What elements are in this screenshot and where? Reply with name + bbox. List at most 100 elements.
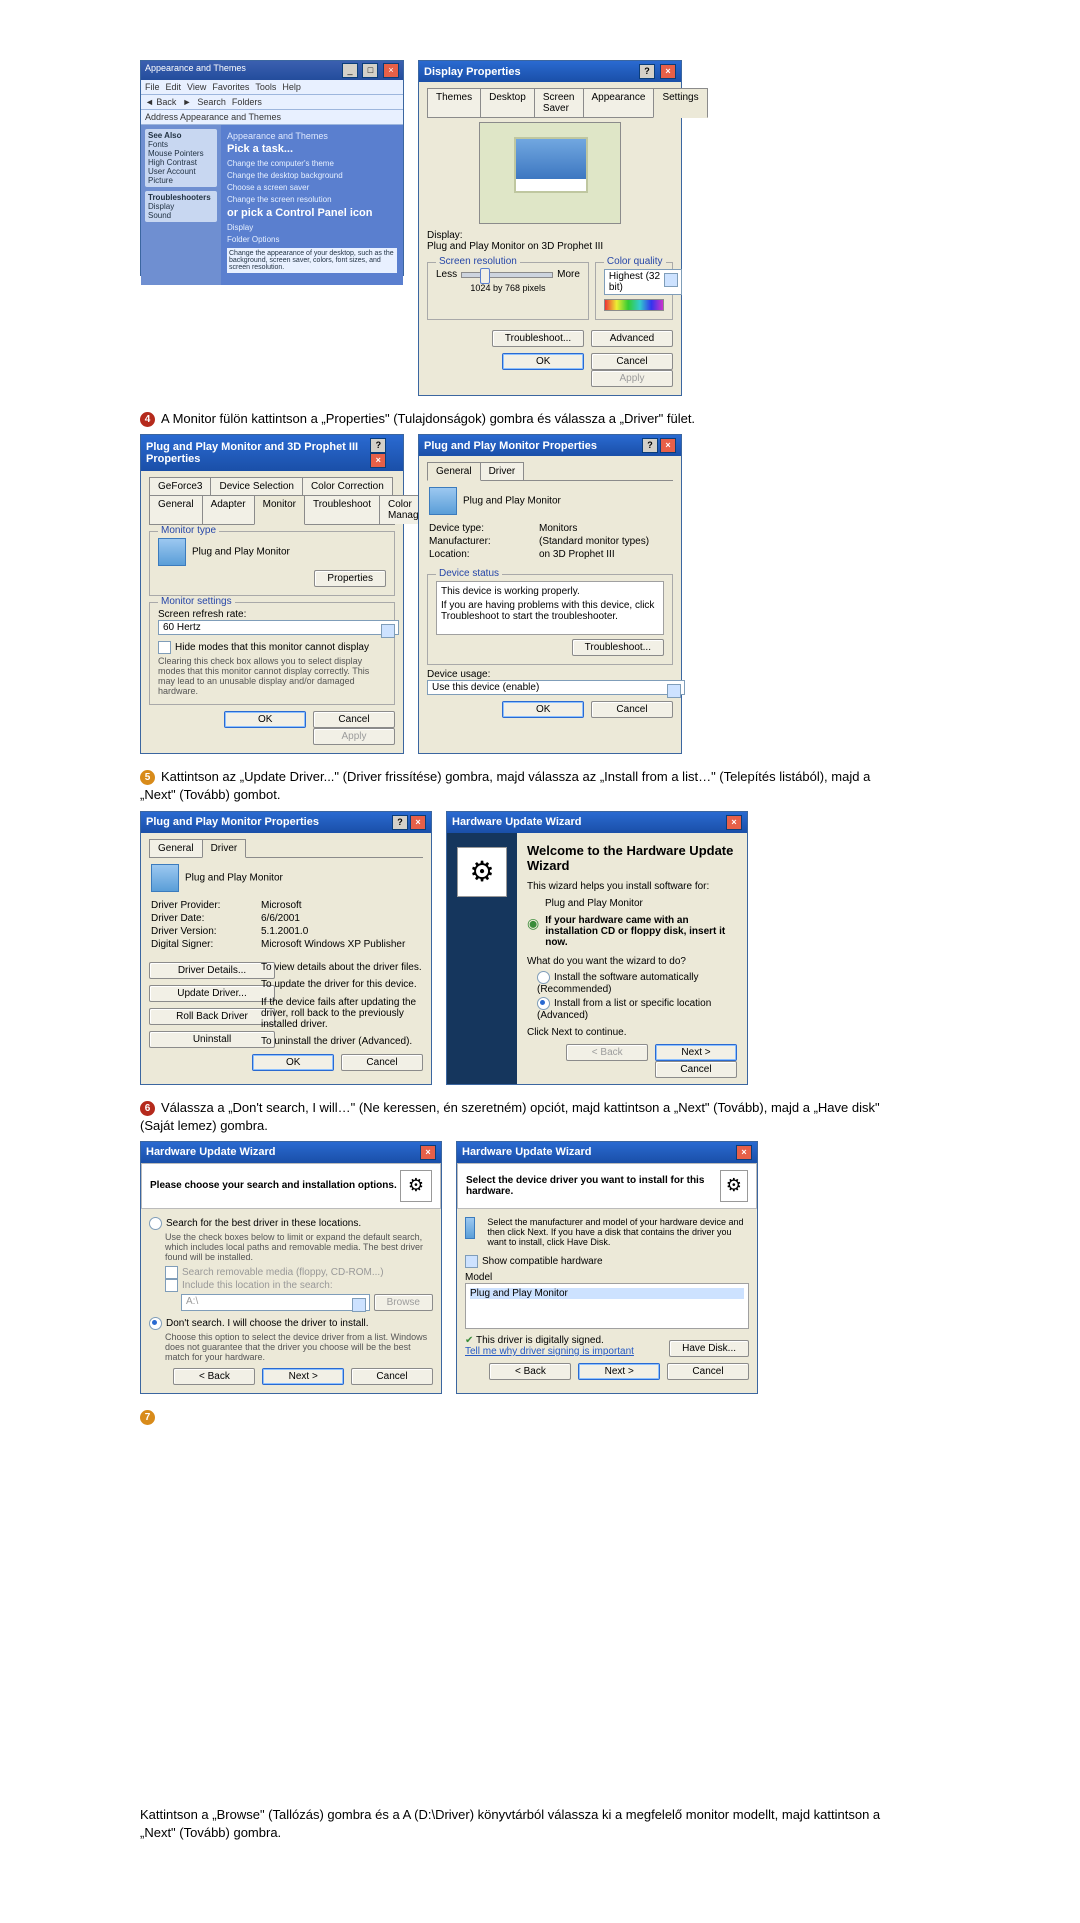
hw-wizard-welcome-window: Hardware Update Wizard × ⚙ Welcome to th… xyxy=(446,811,748,1085)
cancel-button[interactable]: Cancel xyxy=(655,1061,737,1078)
troubleshooters-box: Troubleshooters Display Sound xyxy=(145,191,217,222)
tab-settings[interactable]: Settings xyxy=(653,88,707,118)
close-icon[interactable]: × xyxy=(370,453,386,468)
signed-text: This driver is digitally signed. xyxy=(476,1335,604,1346)
tab-screensaver[interactable]: Screen Saver xyxy=(534,88,584,117)
folders-button[interactable]: Folders xyxy=(232,97,262,107)
properties-button[interactable]: Properties xyxy=(314,570,386,587)
close-icon[interactable]: × xyxy=(660,438,676,453)
close-icon[interactable]: × xyxy=(420,1145,436,1160)
tab-driver[interactable]: Driver xyxy=(480,462,525,480)
signer-label: Digital Signer: xyxy=(151,939,241,950)
date-label: Driver Date: xyxy=(151,913,241,924)
task-link[interactable]: Change the desktop background xyxy=(227,171,397,180)
cp-icon-folder[interactable]: Folder Options xyxy=(227,235,397,244)
tab-general[interactable]: General xyxy=(149,839,203,857)
resolution-slider[interactable] xyxy=(461,272,553,278)
menu-help[interactable]: Help xyxy=(282,82,301,92)
ok-button[interactable]: OK xyxy=(224,711,306,728)
next-button[interactable]: Next > xyxy=(655,1044,737,1061)
tab-appearance[interactable]: Appearance xyxy=(583,88,655,117)
back-button[interactable]: < Back xyxy=(489,1363,571,1380)
tab-geforce[interactable]: GeForce3 xyxy=(149,477,211,495)
model-item[interactable]: Plug and Play Monitor xyxy=(470,1288,744,1299)
side-link[interactable]: Sound xyxy=(148,211,171,220)
task-link[interactable]: Change the screen resolution xyxy=(227,195,397,204)
cancel-button[interactable]: Cancel xyxy=(313,711,395,728)
usage-label: Device usage: xyxy=(427,669,673,680)
back-button[interactable]: < Back xyxy=(173,1368,255,1385)
instruction-6: 6Válassza a „Don't search, I will…" (Ne … xyxy=(140,1099,900,1135)
back-button[interactable]: ◄ Back xyxy=(145,97,176,107)
menu-edit[interactable]: Edit xyxy=(166,82,182,92)
close-icon[interactable]: × xyxy=(736,1145,752,1160)
tab-adapter[interactable]: Adapter xyxy=(202,495,255,524)
close-icon[interactable]: × xyxy=(660,64,676,79)
device-usage-select[interactable]: Use this device (enable) xyxy=(427,680,685,695)
refresh-select[interactable]: 60 Hertz xyxy=(158,620,399,635)
tab-general[interactable]: General xyxy=(427,462,481,481)
troubleshoot-button[interactable]: Troubleshoot... xyxy=(572,639,664,656)
help-icon[interactable]: ? xyxy=(639,64,655,79)
tab-general[interactable]: General xyxy=(149,495,203,524)
cancel-button[interactable]: Cancel xyxy=(351,1368,433,1385)
tab-desktop[interactable]: Desktop xyxy=(480,88,535,117)
update-desc: To update the driver for this device. xyxy=(261,979,423,990)
side-link[interactable]: Display xyxy=(148,202,174,211)
radio-list[interactable] xyxy=(537,997,550,1010)
close-icon[interactable]: × xyxy=(410,815,426,830)
location-value: on 3D Prophet III xyxy=(539,549,615,560)
cp-icon-display[interactable]: Display xyxy=(227,223,397,232)
help-icon[interactable]: ? xyxy=(642,438,658,453)
menu-fav[interactable]: Favorites xyxy=(212,82,249,92)
cancel-button[interactable]: Cancel xyxy=(341,1054,423,1071)
task-link[interactable]: Choose a screen saver xyxy=(227,183,397,192)
next-button[interactable]: Next > xyxy=(262,1368,344,1385)
side-link[interactable]: Mouse Pointers xyxy=(148,149,204,158)
uninstall-desc: To uninstall the driver (Advanced). xyxy=(261,1036,423,1047)
minimize-icon[interactable]: _ xyxy=(342,63,358,78)
res-group-title: Screen resolution xyxy=(436,256,520,267)
hw-wizard-select-driver-window: Hardware Update Wizard × Select the devi… xyxy=(456,1141,758,1394)
side-link[interactable]: High Contrast xyxy=(148,158,197,167)
troubleshoot-button[interactable]: Troubleshoot... xyxy=(492,330,584,347)
task-link[interactable]: Change the computer's theme xyxy=(227,159,397,168)
ok-button[interactable]: OK xyxy=(502,701,584,718)
next-button[interactable]: Next > xyxy=(578,1363,660,1380)
search-button[interactable]: Search xyxy=(197,97,226,107)
maximize-icon[interactable]: □ xyxy=(362,63,378,78)
close-icon[interactable]: × xyxy=(726,815,742,830)
side-link[interactable]: User Account Picture xyxy=(148,167,196,185)
menu-view[interactable]: View xyxy=(187,82,206,92)
side-link[interactable]: Fonts xyxy=(148,140,168,149)
cancel-button[interactable]: Cancel xyxy=(667,1363,749,1380)
radio-dont-search[interactable] xyxy=(149,1317,162,1330)
menu-tools[interactable]: Tools xyxy=(255,82,276,92)
cancel-button[interactable]: Cancel xyxy=(591,353,673,370)
help-icon[interactable]: ? xyxy=(370,438,386,453)
why-signing-link[interactable]: Tell me why driver signing is important xyxy=(465,1346,634,1357)
menu-file[interactable]: File xyxy=(145,82,160,92)
forward-button[interactable]: ► xyxy=(182,97,191,107)
ok-button[interactable]: OK xyxy=(502,353,584,370)
cancel-button[interactable]: Cancel xyxy=(591,701,673,718)
hw-wizard-search-window: Hardware Update Wizard × Please choose y… xyxy=(140,1141,442,1394)
advanced-button[interactable]: Advanced xyxy=(591,330,673,347)
tab-devsel[interactable]: Device Selection xyxy=(210,477,302,495)
color-quality-select[interactable]: Highest (32 bit) xyxy=(604,269,682,295)
tab-troubleshoot[interactable]: Troubleshoot xyxy=(304,495,380,524)
close-icon[interactable]: × xyxy=(383,63,399,78)
radio-auto[interactable] xyxy=(537,971,550,984)
ok-button[interactable]: OK xyxy=(252,1054,334,1071)
chk-compatible[interactable] xyxy=(465,1255,478,1268)
tab-driver[interactable]: Driver xyxy=(202,839,247,858)
tab-monitor[interactable]: Monitor xyxy=(254,495,305,525)
hide-modes-checkbox[interactable] xyxy=(158,641,171,654)
radio-search[interactable] xyxy=(149,1217,162,1230)
tab-colorcorr[interactable]: Color Correction xyxy=(302,477,393,495)
model-list[interactable]: Plug and Play Monitor xyxy=(465,1283,749,1329)
tab-themes[interactable]: Themes xyxy=(427,88,481,117)
have-disk-button[interactable]: Have Disk... xyxy=(669,1340,749,1357)
help-icon[interactable]: ? xyxy=(392,815,408,830)
address-bar[interactable]: Address Appearance and Themes xyxy=(141,110,403,125)
